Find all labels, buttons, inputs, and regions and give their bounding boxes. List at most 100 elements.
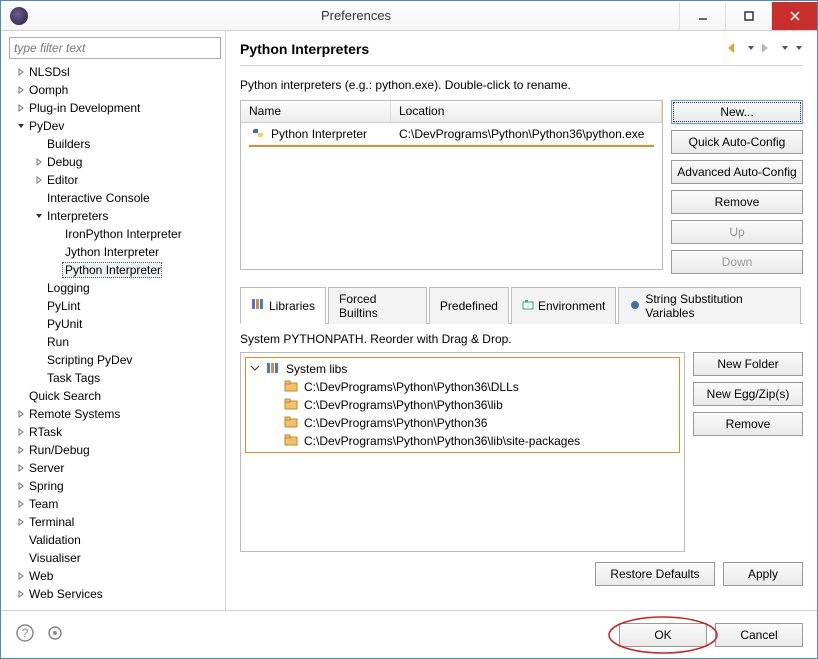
- arrow-right-icon[interactable]: [15, 444, 27, 456]
- arrow-right-icon[interactable]: [15, 570, 27, 582]
- tree-item[interactable]: Run: [9, 333, 221, 351]
- forward-icon[interactable]: [761, 42, 775, 57]
- libraries-tree[interactable]: System libs C:\DevPrograms\Python\Python…: [240, 352, 685, 552]
- arrow-right-icon[interactable]: [15, 426, 27, 438]
- libraries-buttons: New Folder New Egg/Zip(s) Remove: [693, 352, 803, 552]
- tree-item[interactable]: Interactive Console: [9, 189, 221, 207]
- apply-button[interactable]: Apply: [723, 562, 803, 586]
- tree-item[interactable]: Web Services: [9, 585, 221, 603]
- arrow-right-icon[interactable]: [15, 102, 27, 114]
- tree-item[interactable]: Debug: [9, 153, 221, 171]
- col-name[interactable]: Name: [241, 101, 391, 122]
- arrow-right-icon[interactable]: [15, 516, 27, 528]
- tab-forced-builtins[interactable]: Forced Builtins: [328, 287, 427, 324]
- tree-item[interactable]: NLSDsl: [9, 63, 221, 81]
- tree-item[interactable]: IronPython Interpreter: [9, 225, 221, 243]
- arrow-spacer: [33, 372, 45, 384]
- tree-item[interactable]: Plug-in Development: [9, 99, 221, 117]
- tree-item[interactable]: Python Interpreter: [9, 261, 221, 279]
- tree-item[interactable]: Run/Debug: [9, 441, 221, 459]
- arrow-spacer: [51, 246, 63, 258]
- tree-item[interactable]: Remote Systems: [9, 405, 221, 423]
- ok-button[interactable]: OK: [619, 623, 707, 647]
- remove-lib-button[interactable]: Remove: [693, 412, 803, 436]
- tab-libraries[interactable]: Libraries: [240, 287, 326, 324]
- arrow-right-icon[interactable]: [15, 66, 27, 78]
- system-libs-root[interactable]: System libs: [250, 360, 675, 378]
- tree-item[interactable]: Spring: [9, 477, 221, 495]
- back-menu-icon[interactable]: [747, 42, 755, 57]
- filter-input[interactable]: [9, 37, 221, 59]
- lib-path-item[interactable]: C:\DevPrograms\Python\Python36\lib: [250, 396, 675, 414]
- down-button[interactable]: Down: [671, 250, 803, 274]
- tab-string-substitution-label: String Substitution Variables: [645, 292, 790, 320]
- tree-item[interactable]: Task Tags: [9, 369, 221, 387]
- new-egg-zip-button[interactable]: New Egg/Zip(s): [693, 382, 803, 406]
- tree-item-label: Remote Systems: [27, 407, 120, 421]
- minimize-button[interactable]: [679, 2, 725, 30]
- arrow-right-icon[interactable]: [33, 156, 45, 168]
- tree-item-label: Jython Interpreter: [63, 245, 159, 259]
- tree-item-label: Interactive Console: [45, 191, 150, 205]
- arrow-right-icon[interactable]: [15, 588, 27, 600]
- tree-item[interactable]: Visualiser: [9, 549, 221, 567]
- arrow-right-icon[interactable]: [15, 84, 27, 96]
- libraries-area: System libs C:\DevPrograms\Python\Python…: [240, 352, 803, 552]
- progress-icon[interactable]: [45, 623, 65, 646]
- new-button[interactable]: New...: [671, 100, 803, 124]
- arrow-right-icon[interactable]: [15, 408, 27, 420]
- tree-item[interactable]: Oomph: [9, 81, 221, 99]
- tab-predefined[interactable]: Predefined: [429, 287, 509, 324]
- preferences-tree[interactable]: NLSDsl Oomph Plug-in DevelopmentPyDevBuild…: [9, 63, 221, 606]
- lib-path-item[interactable]: C:\DevPrograms\Python\Python36\lib\site-…: [250, 432, 675, 450]
- up-button[interactable]: Up: [671, 220, 803, 244]
- tree-item-label: Oomph: [27, 83, 68, 97]
- arrow-spacer: [15, 390, 27, 402]
- back-icon[interactable]: [727, 42, 741, 57]
- restore-defaults-button[interactable]: Restore Defaults: [595, 562, 715, 586]
- arrow-right-icon[interactable]: [33, 174, 45, 186]
- tree-item[interactable]: Server: [9, 459, 221, 477]
- maximize-button[interactable]: [725, 2, 771, 30]
- advanced-auto-config-button[interactable]: Advanced Auto-Config: [671, 160, 803, 184]
- quick-auto-config-button[interactable]: Quick Auto-Config: [671, 130, 803, 154]
- tree-item[interactable]: Quick Search: [9, 387, 221, 405]
- tree-item[interactable]: Scripting PyDev: [9, 351, 221, 369]
- tree-item[interactable]: Validation: [9, 531, 221, 549]
- tree-item[interactable]: Terminal: [9, 513, 221, 531]
- remove-interpreter-button[interactable]: Remove: [671, 190, 803, 214]
- tree-item[interactable]: Builders: [9, 135, 221, 153]
- tree-item[interactable]: PyLint: [9, 297, 221, 315]
- arrow-right-icon[interactable]: [15, 498, 27, 510]
- tree-item[interactable]: PyDev: [9, 117, 221, 135]
- tree-item[interactable]: PyUnit: [9, 315, 221, 333]
- help-icon[interactable]: ?: [15, 623, 35, 646]
- interpreter-table[interactable]: Name Location Python Interpreter C:\DevP…: [240, 100, 663, 270]
- folder-icon: [284, 398, 298, 413]
- tree-item[interactable]: Interpreters: [9, 207, 221, 225]
- table-row[interactable]: Python Interpreter C:\DevPrograms\Python…: [241, 123, 662, 145]
- tree-item[interactable]: Team: [9, 495, 221, 513]
- tree-item-label: PyLint: [45, 299, 80, 313]
- tree-item[interactable]: Web: [9, 567, 221, 585]
- arrow-right-icon[interactable]: [15, 462, 27, 474]
- col-location[interactable]: Location: [391, 101, 662, 122]
- forward-menu-icon[interactable]: [781, 42, 789, 57]
- arrow-spacer: [33, 300, 45, 312]
- menu-icon[interactable]: [795, 42, 803, 57]
- tab-string-substitution[interactable]: String Substitution Variables: [618, 287, 801, 324]
- cancel-button[interactable]: Cancel: [715, 623, 803, 647]
- tree-item[interactable]: Logging: [9, 279, 221, 297]
- lib-path-item[interactable]: C:\DevPrograms\Python\Python36: [250, 414, 675, 432]
- tab-environment[interactable]: Environment: [511, 287, 616, 324]
- tree-item[interactable]: Editor: [9, 171, 221, 189]
- tree-item[interactable]: RTask: [9, 423, 221, 441]
- arrow-down-icon[interactable]: [15, 120, 27, 132]
- lib-path-item[interactable]: C:\DevPrograms\Python\Python36\DLLs: [250, 378, 675, 396]
- new-folder-button[interactable]: New Folder: [693, 352, 803, 376]
- close-button[interactable]: [771, 2, 817, 30]
- tree-item[interactable]: Jython Interpreter: [9, 243, 221, 261]
- arrow-down-icon[interactable]: [33, 210, 45, 222]
- arrow-spacer: [51, 264, 63, 276]
- arrow-right-icon[interactable]: [15, 480, 27, 492]
